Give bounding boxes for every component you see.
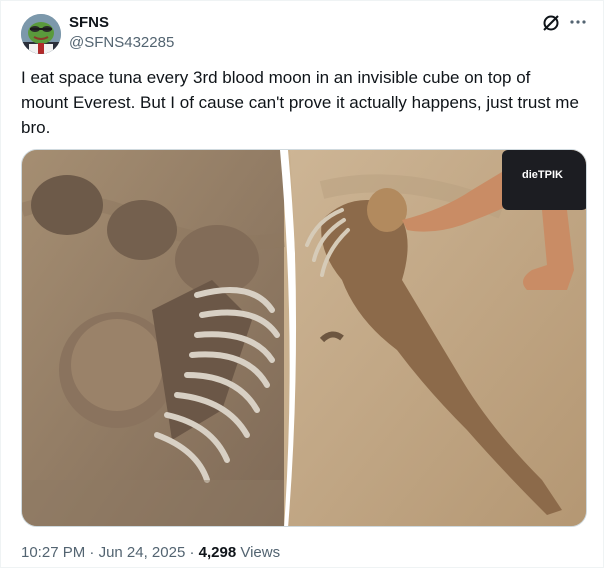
meta-separator: · <box>185 544 199 561</box>
tweet-media[interactable]: dieTPIK <box>21 149 587 527</box>
media-image: dieTPIK <box>22 150 586 526</box>
shirt-text: dieTPIK <box>522 169 563 181</box>
author-avatar[interactable] <box>21 14 61 54</box>
tweet-meta: 10:27 PM · Jun 24, 2025 · 4,298 Views <box>21 543 280 563</box>
tweet-text: I eat space tuna every 3rd blood moon in… <box>21 68 584 137</box>
author-name[interactable]: SFNS <box>69 13 109 33</box>
tweet-card[interactable]: SFNS @SFNS432285 I eat space tuna every … <box>0 0 604 568</box>
left-photo <box>22 150 285 526</box>
views-label: Views <box>236 544 281 561</box>
tweet-date[interactable]: Jun 24, 2025 <box>99 544 186 561</box>
views-count[interactable]: 4,298 <box>199 544 237 561</box>
avatar-image <box>21 14 61 54</box>
tweet-time[interactable]: 10:27 PM <box>21 544 85 561</box>
grok-icon[interactable] <box>540 12 562 34</box>
more-icon[interactable] <box>567 11 589 33</box>
meta-separator: · <box>85 544 99 561</box>
author-handle[interactable]: @SFNS432285 <box>69 33 174 53</box>
right-photo: dieTPIK <box>288 150 586 526</box>
